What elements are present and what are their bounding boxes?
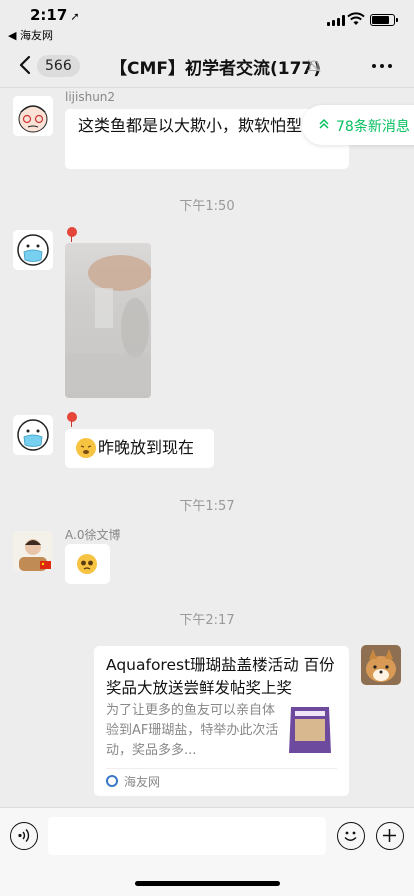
avatar[interactable] bbox=[13, 415, 53, 455]
more-options-icon[interactable] bbox=[372, 64, 392, 70]
pin-icon bbox=[67, 412, 77, 427]
timestamp: 下午2:17 bbox=[179, 613, 235, 628]
emoji-icon[interactable] bbox=[337, 822, 365, 850]
link-description: 为了让更多的鱼友可以亲自体验到AF珊瑚盐，特举办此次活动，奖品多多... bbox=[106, 703, 279, 758]
link-source: 海友网 bbox=[124, 775, 161, 789]
link-thumbnail bbox=[285, 703, 335, 755]
link-title: Aquaforest珊瑚盐盖楼活动 百份奖品大放送尝鲜发帖奖上奖 bbox=[106, 656, 335, 697]
avatar[interactable] bbox=[13, 230, 53, 270]
image-message[interactable] bbox=[65, 243, 151, 398]
sender-name: lijishun2 bbox=[65, 90, 116, 104]
message-input[interactable] bbox=[48, 817, 326, 855]
link-card-message[interactable]: Aquaforest珊瑚盐盖楼活动 百份奖品大放送尝鲜发帖奖上奖 为了让更多的鱼… bbox=[94, 646, 349, 796]
chat-title: 【CMF】初学者交流(177) bbox=[110, 59, 322, 79]
wifi-icon bbox=[347, 12, 365, 25]
double-chevron-up-icon bbox=[319, 118, 329, 129]
pleading-emoji-icon bbox=[77, 554, 97, 574]
mute-icon bbox=[307, 59, 321, 73]
home-indicator bbox=[135, 881, 280, 886]
avatar[interactable] bbox=[13, 96, 53, 136]
status-time: 2:17 ➚ bbox=[30, 6, 80, 24]
chat-header: 566 【CMF】初学者交流(177) bbox=[0, 44, 414, 88]
new-messages-label: 78条新消息 bbox=[336, 119, 410, 135]
pin-icon bbox=[67, 227, 77, 242]
new-messages-button[interactable]: 78条新消息 bbox=[302, 105, 414, 145]
message-bubble[interactable]: 昨晚放到现在 bbox=[65, 429, 214, 468]
avatar[interactable] bbox=[361, 645, 401, 685]
timestamp: 下午1:57 bbox=[179, 499, 235, 514]
sleepy-emoji-icon bbox=[76, 438, 96, 458]
message-text: 这类鱼都是以大欺小，欺软怕型 bbox=[78, 116, 303, 135]
avatar[interactable] bbox=[13, 531, 53, 571]
location-arrow-icon: ➚ bbox=[70, 10, 80, 23]
timestamp: 下午1:50 bbox=[179, 199, 235, 214]
cellular-signal-icon bbox=[327, 15, 345, 26]
status-bar: 2:17 ➚ ◀ 海友网 bbox=[0, 0, 414, 44]
battery-icon bbox=[370, 14, 398, 26]
message-text: 昨晚放到现在 bbox=[98, 438, 195, 457]
message-bubble[interactable] bbox=[65, 544, 110, 584]
unread-count-badge[interactable]: 566 bbox=[37, 55, 80, 77]
back-chevron-icon[interactable] bbox=[18, 55, 32, 75]
sender-name: A.0徐文博 bbox=[65, 528, 121, 542]
source-icon bbox=[106, 775, 118, 787]
voice-icon[interactable] bbox=[10, 822, 38, 850]
back-to-app-link[interactable]: ◀ 海友网 bbox=[8, 27, 53, 43]
message-list[interactable]: lijishun2 这类鱼都是以大欺小，欺软怕型 78条新消息 下午1:50 昨… bbox=[0, 89, 414, 807]
plus-icon[interactable] bbox=[376, 822, 404, 850]
